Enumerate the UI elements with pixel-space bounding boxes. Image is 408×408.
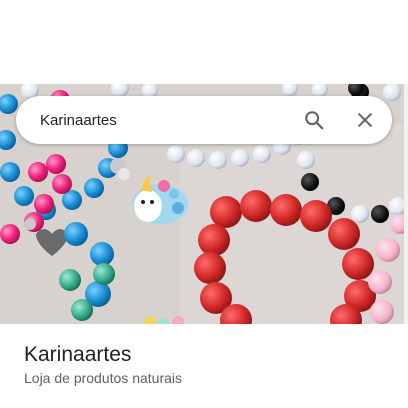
map-place-screen: Karinaartes Loja de produtos naturais [0, 0, 408, 408]
clear-search-button[interactable] [341, 96, 389, 144]
search-icon [305, 111, 324, 130]
scroll-edge [404, 84, 408, 324]
close-icon [358, 113, 372, 127]
search-bar[interactable] [16, 96, 392, 144]
place-category: Loja de produtos naturais [24, 370, 182, 386]
search-button[interactable] [290, 96, 338, 144]
search-input[interactable] [40, 110, 290, 130]
place-info-panel[interactable]: Karinaartes Loja de produtos naturais [0, 324, 408, 408]
place-name: Karinaartes [24, 343, 132, 366]
top-blank-area [0, 0, 408, 84]
